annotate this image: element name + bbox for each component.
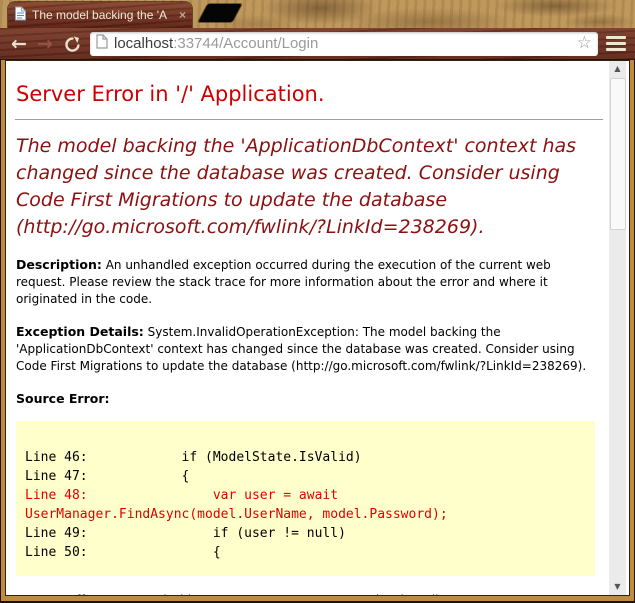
tab-close-icon[interactable]: × <box>179 9 186 21</box>
tab-strip: The model backing the 'A × <box>0 0 635 28</box>
divider <box>15 119 603 120</box>
window-frame: Server Error in '/' Application. The mod… <box>1 60 634 601</box>
menu-button[interactable] <box>606 36 626 51</box>
error-summary: The model backing the 'ApplicationDbCont… <box>16 135 577 238</box>
forward-button[interactable]: → <box>32 31 58 57</box>
asp-net-error-page: Server Error in '/' Application. The mod… <box>6 61 609 595</box>
code-line: Line 48: var user = await <box>25 488 339 503</box>
page-viewport: Server Error in '/' Application. The mod… <box>5 60 630 596</box>
exception-label: Exception Details: <box>16 324 144 339</box>
back-button[interactable]: ← <box>6 31 32 57</box>
source-code-box: Line 46: if (ModelState.IsValid) Line 47:… <box>16 421 595 576</box>
tab-title: The model backing the 'A <box>32 8 168 22</box>
code-line: Line 50: { <box>25 545 221 560</box>
vertical-scrollbar[interactable]: ▲ ▼ <box>609 61 626 595</box>
source-error-heading: Source Error: <box>16 391 110 406</box>
page-icon <box>96 34 108 53</box>
source-file-path: c:\Users\njoshi.MCNSOLUTIONS\Documents\V… <box>16 593 565 595</box>
browser-window: The model backing the 'A × ← → localhost… <box>0 0 635 603</box>
exception-paragraph: Exception Details: System.InvalidOperati… <box>16 323 603 375</box>
document-favicon-icon <box>14 6 27 25</box>
scrollbar-thumb[interactable] <box>610 78 626 230</box>
code-line: Line 47: { <box>25 469 190 484</box>
address-bar[interactable]: localhost:33744/Account/Login ☆ <box>90 31 598 56</box>
url-host: localhost <box>114 35 174 52</box>
browser-toolbar: ← → localhost:33744/Account/Login ☆ <box>0 28 635 60</box>
url-path: :33744/Account/Login <box>173 35 319 52</box>
description-paragraph: Description: An unhandled exception occu… <box>16 256 603 308</box>
description-label: Description: <box>16 257 102 272</box>
scroll-up-icon[interactable]: ▲ <box>609 61 626 77</box>
source-file-label: Source File: <box>16 592 99 595</box>
reload-icon[interactable] <box>58 31 86 57</box>
source-file-paragraph: Source File: c:\Users\njoshi.MCNSOLUTION… <box>16 591 603 595</box>
new-tab-button[interactable] <box>198 4 242 22</box>
url-text[interactable]: localhost:33744/Account/Login <box>114 35 571 52</box>
browser-tab[interactable]: The model backing the 'A × <box>8 2 192 28</box>
code-line: Line 49: if (user != null) <box>25 526 346 541</box>
page-title: Server Error in '/' Application. <box>16 82 325 106</box>
code-line: UserManager.FindAsync(model.UserName, mo… <box>25 507 448 522</box>
code-line: Line 46: if (ModelState.IsValid) <box>25 450 362 465</box>
bookmark-star-icon[interactable]: ☆ <box>577 35 592 52</box>
scroll-down-icon[interactable]: ▼ <box>609 579 626 595</box>
